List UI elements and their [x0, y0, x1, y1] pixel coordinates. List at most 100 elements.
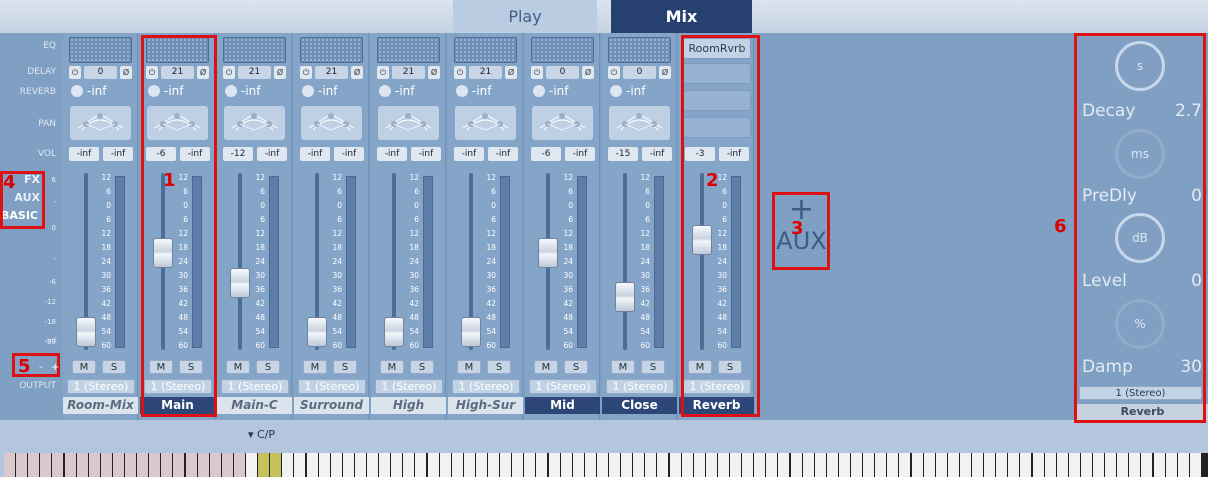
pan-control[interactable] — [455, 106, 516, 140]
piano-white-key[interactable] — [1105, 453, 1117, 477]
piano-white-key[interactable] — [379, 453, 391, 477]
piano-white-key[interactable] — [439, 453, 451, 477]
eq-display[interactable] — [223, 37, 286, 63]
piano-white-key[interactable] — [28, 453, 40, 477]
piano-white-key[interactable] — [367, 453, 379, 477]
phase-invert-icon[interactable]: Ø — [505, 66, 517, 79]
volume-left[interactable]: -inf — [454, 147, 484, 161]
piano-white-key[interactable] — [790, 453, 802, 477]
solo-button[interactable]: S — [256, 360, 280, 374]
piano-white-key[interactable] — [427, 453, 439, 477]
volume-right[interactable]: -inf — [411, 147, 441, 161]
solo-button[interactable]: S — [333, 360, 357, 374]
volume-left[interactable]: -6 — [531, 147, 561, 161]
piano-white-key[interactable] — [1093, 453, 1105, 477]
pan-control[interactable] — [301, 106, 362, 140]
piano-white-key[interactable] — [826, 453, 838, 477]
delay-value[interactable]: 21 — [392, 66, 425, 79]
reverb-knob-icon[interactable] — [225, 85, 237, 97]
piano-white-key[interactable] — [258, 453, 270, 477]
reverb-knob-icon[interactable] — [302, 85, 314, 97]
phase-invert-icon[interactable]: Ø — [659, 66, 671, 79]
damp-dial[interactable]: % — [1115, 299, 1165, 349]
piano-white-key[interactable] — [282, 453, 294, 477]
piano-white-key[interactable] — [572, 453, 584, 477]
pan-control[interactable] — [224, 106, 285, 140]
piano-white-key[interactable] — [306, 453, 318, 477]
piano-white-key[interactable] — [354, 453, 366, 477]
piano-white-key[interactable] — [778, 453, 790, 477]
piano-white-key[interactable] — [693, 453, 705, 477]
piano-white-key[interactable] — [161, 453, 173, 477]
piano-white-key[interactable] — [1032, 453, 1044, 477]
piano-white-key[interactable] — [1177, 453, 1189, 477]
piano-white-key[interactable] — [802, 453, 814, 477]
volume-right[interactable]: -inf — [257, 147, 287, 161]
pan-control[interactable] — [532, 106, 593, 140]
tab-play[interactable]: Play — [453, 0, 597, 33]
piano-keyboard[interactable] — [4, 453, 1208, 477]
piano-white-key[interactable] — [730, 453, 742, 477]
piano-white-key[interactable] — [911, 453, 923, 477]
output-select[interactable]: 1 (Stereo) — [529, 379, 597, 394]
delay-value[interactable]: 21 — [315, 66, 348, 79]
piano-white-key[interactable] — [463, 453, 475, 477]
aux-empty-slot[interactable] — [683, 117, 751, 138]
piano-white-key[interactable] — [1080, 453, 1092, 477]
reverb-knob-icon[interactable] — [533, 85, 545, 97]
piano-white-key[interactable] — [100, 453, 112, 477]
pan-control[interactable] — [147, 106, 208, 140]
piano-white-key[interactable] — [1129, 453, 1141, 477]
piano-white-key[interactable] — [984, 453, 996, 477]
piano-white-key[interactable] — [391, 453, 403, 477]
piano-white-key[interactable] — [488, 453, 500, 477]
volume-right[interactable]: -inf — [642, 147, 672, 161]
mute-button[interactable]: M — [611, 360, 635, 374]
output-select[interactable]: 1 (Stereo) — [67, 379, 135, 394]
piano-white-key[interactable] — [52, 453, 64, 477]
piano-white-key[interactable] — [125, 453, 137, 477]
piano-white-key[interactable] — [16, 453, 28, 477]
piano-white-key[interactable] — [657, 453, 669, 477]
output-select[interactable]: 1 (Stereo) — [683, 379, 751, 394]
piano-white-key[interactable] — [1068, 453, 1080, 477]
power-icon[interactable]: ⏻ — [146, 66, 158, 79]
reverb-knob-icon[interactable] — [379, 85, 391, 97]
eq-display[interactable] — [531, 37, 594, 63]
solo-button[interactable]: S — [564, 360, 588, 374]
eq-display[interactable] — [608, 37, 671, 63]
piano-white-key[interactable] — [1153, 453, 1165, 477]
piano-white-key[interactable] — [633, 453, 645, 477]
volume-left[interactable]: -12 — [223, 147, 253, 161]
piano-white-key[interactable] — [4, 453, 16, 477]
piano-white-key[interactable] — [923, 453, 935, 477]
piano-white-key[interactable] — [705, 453, 717, 477]
piano-white-key[interactable] — [524, 453, 536, 477]
volume-left[interactable]: -15 — [608, 147, 638, 161]
phase-invert-icon[interactable]: Ø — [197, 66, 209, 79]
phase-invert-icon[interactable]: Ø — [351, 66, 363, 79]
pan-control[interactable] — [378, 106, 439, 140]
output-select[interactable]: 1 (Stereo) — [144, 379, 212, 394]
channel-name[interactable]: High — [371, 397, 446, 414]
power-icon[interactable]: ⏻ — [300, 66, 312, 79]
phase-invert-icon[interactable]: Ø — [120, 66, 132, 79]
piano-white-key[interactable] — [149, 453, 161, 477]
eq-display[interactable] — [146, 37, 209, 63]
piano-white-key[interactable] — [851, 453, 863, 477]
delay-value[interactable]: 0 — [546, 66, 579, 79]
piano-white-key[interactable] — [863, 453, 875, 477]
phase-invert-icon[interactable]: Ø — [582, 66, 594, 79]
mode-basic[interactable]: BASIC — [1, 209, 38, 222]
solo-button[interactable]: S — [410, 360, 434, 374]
piano-white-key[interactable] — [899, 453, 911, 477]
piano-white-key[interactable] — [209, 453, 221, 477]
aux-empty-slot[interactable] — [683, 63, 751, 84]
piano-white-key[interactable] — [947, 453, 959, 477]
power-icon[interactable]: ⏻ — [223, 66, 235, 79]
piano-white-key[interactable] — [645, 453, 657, 477]
piano-white-key[interactable] — [875, 453, 887, 477]
piano-white-key[interactable] — [475, 453, 487, 477]
volume-right[interactable]: -inf — [180, 147, 210, 161]
piano-white-key[interactable] — [996, 453, 1008, 477]
